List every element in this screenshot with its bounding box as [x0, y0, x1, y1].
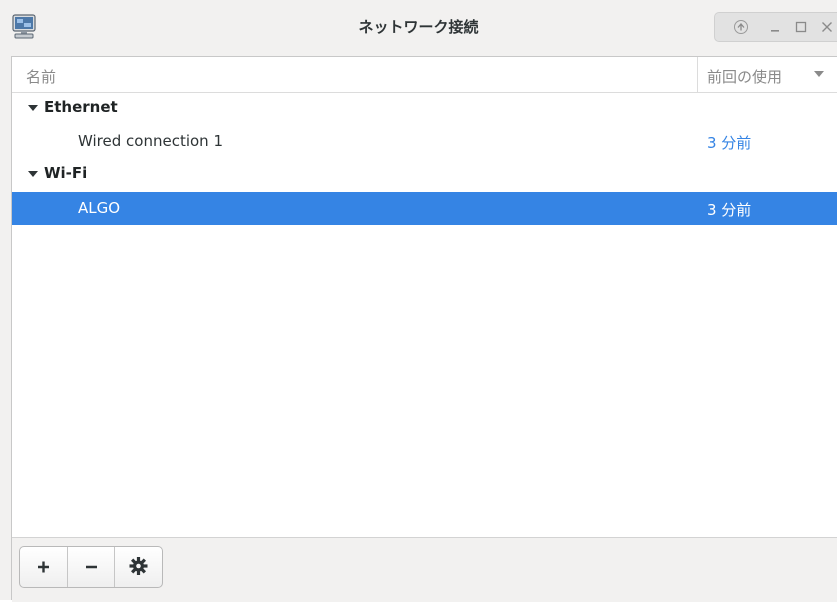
connection-last-used: 3 分前 [707, 201, 752, 219]
plus-icon [38, 561, 49, 573]
column-header-name[interactable]: 名前 [26, 66, 56, 87]
connection-name: ALGO [78, 199, 121, 217]
edit-connection-button[interactable] [114, 547, 162, 587]
close-icon[interactable] [819, 19, 835, 35]
network-icon [12, 14, 36, 39]
column-separator [697, 57, 698, 92]
group-row-wifi[interactable]: Wi-Fi [12, 158, 837, 191]
connection-last-used: 3 分前 [707, 134, 752, 152]
window-title: ネットワーク接続 [358, 18, 479, 36]
maximize-icon[interactable] [793, 19, 809, 35]
remove-connection-button[interactable] [67, 547, 115, 587]
title-bar[interactable]: ネットワーク接続 [0, 0, 837, 52]
expander-icon[interactable] [28, 171, 38, 177]
keep-above-icon[interactable] [733, 19, 749, 35]
minus-icon [86, 565, 97, 569]
connection-name: Wired connection 1 [78, 132, 223, 150]
minimize-icon[interactable] [767, 19, 783, 35]
toolbar-button-group [19, 546, 163, 588]
connection-row-wired-connection-1[interactable]: Wired connection 1 3 分前 [12, 125, 837, 158]
expander-icon[interactable] [28, 105, 38, 111]
list-header: 名前 前回の使用 [12, 57, 837, 93]
sort-descending-icon [814, 71, 824, 77]
connection-row-algo[interactable]: ALGO 3 分前 [12, 192, 837, 225]
group-label: Wi-Fi [44, 164, 88, 182]
network-connections-window: ネットワーク接続 名前 前回の使用 Ethernet Wired connect… [0, 0, 837, 602]
connections-list: 名前 前回の使用 Ethernet Wired connection 1 3 分… [11, 56, 837, 602]
bottom-toolbar [12, 537, 837, 602]
group-row-ethernet[interactable]: Ethernet [12, 92, 837, 125]
column-header-last-used[interactable]: 前回の使用 [707, 66, 782, 87]
add-connection-button[interactable] [20, 547, 67, 587]
window-controls [714, 12, 837, 42]
gear-icon [129, 557, 148, 575]
group-label: Ethernet [44, 98, 118, 116]
